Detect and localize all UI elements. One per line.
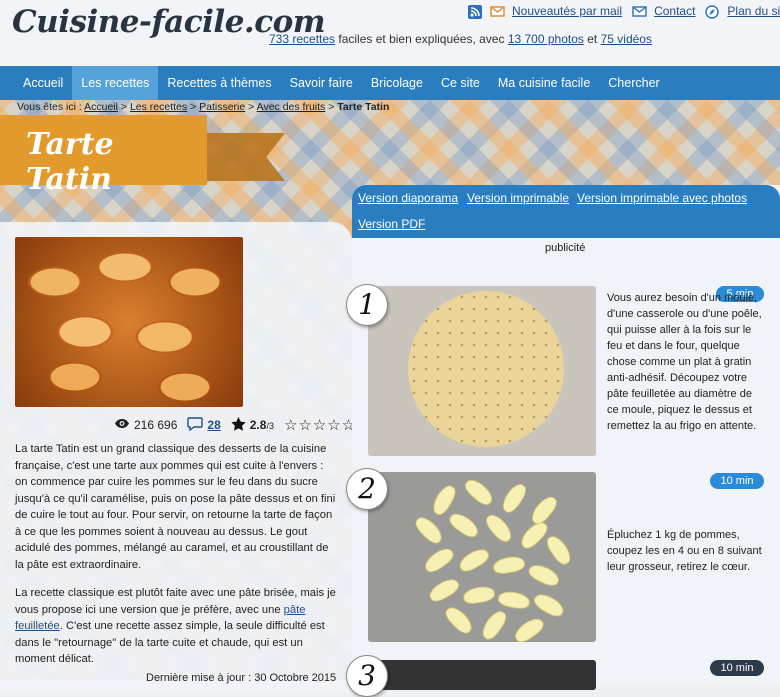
intro-paragraph-1: La tarte Tatin est un grand classique de…	[15, 443, 336, 571]
apple-slice	[456, 545, 492, 575]
apple-slice	[491, 554, 527, 576]
top-links: Nouveautés par mail Contact Plan du site	[468, 4, 780, 19]
apple-slice	[511, 614, 547, 642]
contact-link[interactable]: Contact	[654, 4, 695, 18]
newsletter-link[interactable]: Nouveautés par mail	[512, 4, 622, 18]
photos-count-link[interactable]: 13 700 photos	[508, 32, 584, 46]
site-header: Cuisine-facile.com 733 recettes faciles …	[0, 0, 780, 66]
last-update: Dernière mise à jour : 30 Octobre 2015	[146, 672, 337, 684]
apple-slice	[478, 607, 510, 642]
breadcrumb: Vous êtes ici : Accueil > Les recettes >…	[17, 101, 389, 113]
breadcrumb-sep: >	[325, 101, 338, 113]
nav-item-chercher[interactable]: Chercher	[599, 66, 668, 100]
version-pdf-link[interactable]: Version PDF	[358, 217, 425, 231]
step-3-number: 3	[346, 655, 388, 697]
recipe-stats: 216 696 28 2.8/3 ☆☆☆☆☆	[114, 416, 356, 434]
compass-icon	[705, 4, 720, 19]
apple-slice	[496, 589, 532, 611]
step-1-text: Vous aurez besoin d'un moule, d'une cass…	[607, 292, 762, 432]
apple-slice	[526, 560, 562, 590]
apple-slice	[412, 513, 446, 547]
rating-number: 2.8	[249, 418, 267, 432]
nav-item-accueil[interactable]: Accueil	[0, 66, 72, 100]
breadcrumb-current: Tarte Tatin	[337, 101, 390, 113]
views-count: 216 696	[134, 418, 178, 432]
apple-slice	[421, 544, 457, 576]
breadcrumb-item-recettes[interactable]: Les recettes	[130, 101, 187, 113]
recipe-intro: La tarte Tatin est un grand classique de…	[15, 441, 338, 680]
apple-slice	[442, 603, 476, 637]
apple-slice	[482, 510, 516, 546]
step-2-number: 2	[346, 468, 388, 510]
apple-slice	[461, 584, 497, 606]
step-2-duration: 10 min	[710, 473, 764, 489]
step-1-photo[interactable]	[368, 286, 596, 456]
rating-max: /3	[266, 421, 274, 431]
sitemap-link[interactable]: Plan du site	[727, 4, 780, 18]
nav-item-les-recettes[interactable]: Les recettes	[72, 66, 159, 100]
apple-slice	[426, 575, 462, 605]
breadcrumb-sep: >	[187, 101, 200, 113]
version-printable-photos-link[interactable]: Version imprimable avec photos	[577, 191, 747, 205]
mail-icon	[490, 5, 505, 18]
tagline-text-2: et	[583, 32, 601, 46]
breadcrumb-sep: >	[245, 101, 257, 113]
star-filled-icon	[231, 416, 246, 434]
rating-value: 2.8/3	[250, 418, 274, 432]
recipe-photo[interactable]	[15, 237, 243, 407]
nav-item-recettes-th-mes[interactable]: Recettes à thèmes	[158, 66, 280, 100]
comment-icon[interactable]	[187, 416, 204, 434]
pastry-disc	[408, 291, 564, 447]
title-ribbon: Tarte Tatin	[0, 115, 207, 197]
advert-label: publicité	[545, 242, 586, 254]
version-diaporama-link[interactable]: Version diaporama	[358, 191, 458, 205]
intro-paragraph-2: La recette classique est plutôt faite av…	[15, 585, 338, 668]
breadcrumb-item-fruits[interactable]: Avec des fruits	[257, 101, 326, 113]
nav-item-ce-site[interactable]: Ce site	[432, 66, 489, 100]
intro-p2-text-end: . C'est une recette assez simple, la seu…	[15, 620, 325, 665]
page-title: Tarte Tatin	[26, 127, 114, 197]
eye-icon	[114, 418, 130, 432]
breadcrumb-sep: >	[117, 101, 130, 113]
videos-count-link[interactable]: 75 vidéos	[601, 32, 652, 46]
versions-bar: Version diaporama Version imprimable Ver…	[352, 185, 780, 238]
apple-slice	[498, 480, 530, 516]
site-tagline: 733 recettes faciles et bien expliquées,…	[269, 32, 652, 46]
apple-slice	[543, 532, 575, 568]
nav-item-ma-cuisine-facile[interactable]: Ma cuisine facile	[489, 66, 599, 100]
comments-count-link[interactable]: 28	[207, 418, 220, 432]
step-2-photo[interactable]	[368, 472, 596, 642]
breadcrumb-item-patisserie[interactable]: Patisserie	[199, 101, 245, 113]
contact-mail-icon	[632, 5, 647, 18]
apple-slice	[531, 590, 567, 620]
rate-stars-widget[interactable]: ☆☆☆☆☆	[284, 416, 356, 434]
apple-slice	[517, 518, 551, 552]
step-2-text: Épluchez 1 kg de pommes, coupez les en 4…	[607, 529, 762, 573]
step-3-photo[interactable]	[368, 660, 596, 690]
apple-slice	[461, 475, 497, 509]
tagline-text-1: faciles et bien expliquées, avec	[335, 32, 508, 46]
recipes-count-link[interactable]: 733 recettes	[269, 32, 335, 46]
step-1-number: 1	[346, 284, 388, 326]
breadcrumb-item-accueil[interactable]: Accueil	[84, 101, 118, 113]
nav-item-savoir-faire[interactable]: Savoir faire	[281, 66, 362, 100]
nav-item-bricolage[interactable]: Bricolage	[362, 66, 432, 100]
apple-slice	[446, 509, 482, 541]
step-3-duration: 10 min	[710, 660, 764, 676]
version-printable-link[interactable]: Version imprimable	[467, 191, 569, 205]
breadcrumb-prefix: Vous êtes ici :	[17, 101, 85, 113]
main-nav: Accueil Les recettes Recettes à thèmes Savo…	[0, 66, 780, 100]
rss-icon[interactable]	[468, 4, 482, 19]
